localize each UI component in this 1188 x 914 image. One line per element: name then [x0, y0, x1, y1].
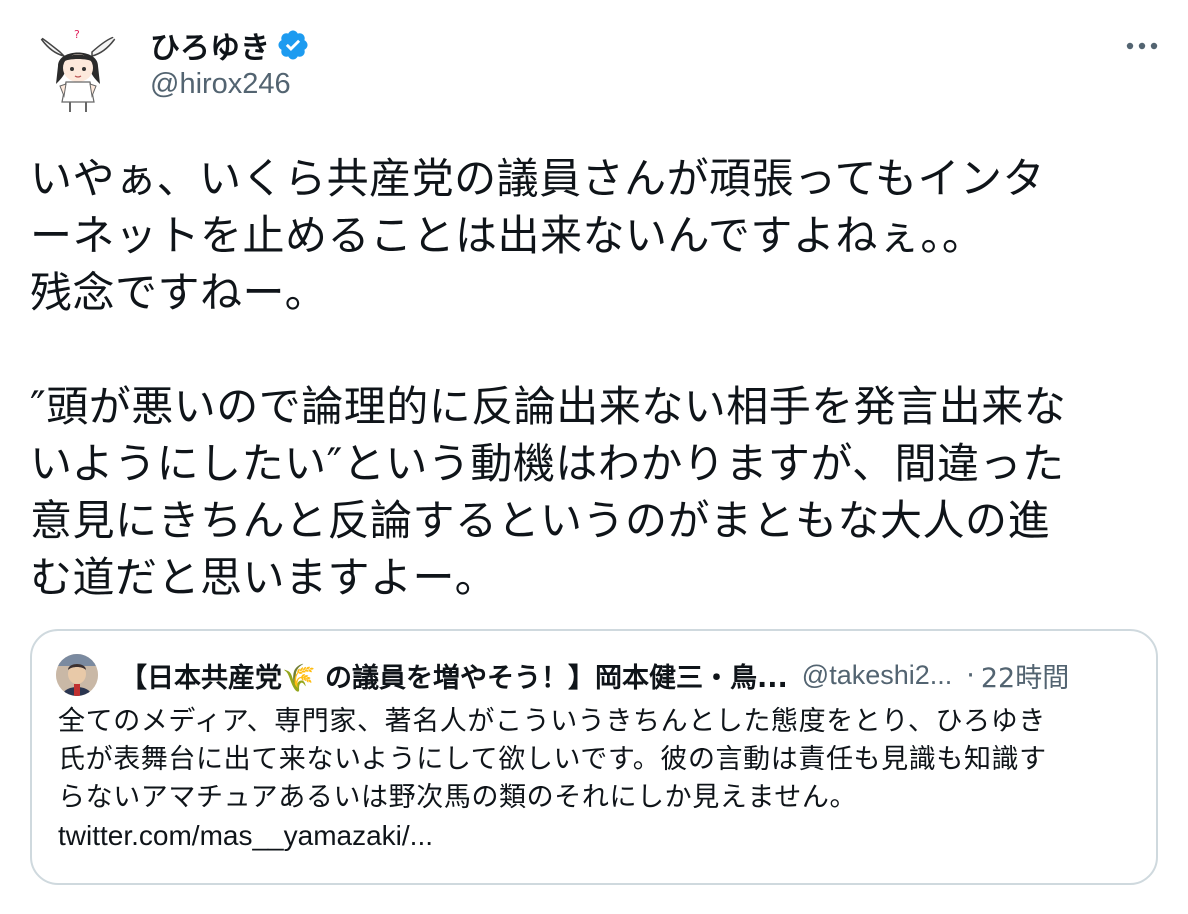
quoted-text-line: 全てのメディア、専門家、著名人がこういうきちんとした態度をとり、ひろゆき — [58, 706, 1046, 737]
quoted-timestamp[interactable]: 22時間 — [981, 656, 1069, 695]
tweet-line: 残念ですねー。 — [30, 268, 328, 317]
quoted-author-name[interactable]: 【日本共産党🌾 の議員を増やそう！】岡本健三・鳥... — [120, 656, 788, 695]
author-info: ひろゆき @hirox246 — [150, 24, 310, 101]
tweet-line: ″頭が悪いので論理的に反論出来ない相手を発言出来な — [30, 382, 1067, 431]
quoted-tweet-card[interactable]: 【日本共産党🌾 の議員を増やそう！】岡本健三・鳥... @takeshi2...… — [30, 629, 1158, 885]
more-horizontal-icon — [1126, 42, 1158, 50]
quoted-separator: · — [966, 659, 975, 691]
tweet-line: いやぁ、いくら共産党の議員さんが頑張ってもインタ — [30, 154, 1045, 203]
tweet-line: ーネットを止めることは出来ないんですよねぇ。。 — [30, 211, 985, 260]
author-avatar[interactable]: ? — [30, 22, 126, 118]
quoted-text-line: らないアマチュアあるいは野次馬の類のそれにしか見えません。 — [58, 782, 858, 813]
tweet-card: ? ひろゆき @hirox246 いやぁ、いくら共産党の議員さんが頑張ってもイン… — [0, 0, 1188, 914]
quoted-tweet-link[interactable]: twitter.com/mas__yamazaki/... — [58, 817, 1128, 855]
tweet-line: いようにしたい″という動機はわかりますが、間違った — [30, 439, 1065, 488]
tweet-text: いやぁ、いくら共産党の議員さんが頑張ってもインタ ーネットを止めることは出来ない… — [30, 150, 1160, 606]
anime-character-avatar-icon: ? — [30, 22, 126, 118]
verified-badge-icon — [276, 28, 310, 62]
author-name-row: ひろゆき — [150, 24, 310, 66]
quoted-author-handle[interactable]: @takeshi2... — [802, 660, 952, 691]
quoted-tweet-header: 【日本共産党🌾 の議員を増やそう！】岡本健三・鳥... @takeshi2...… — [56, 653, 1132, 697]
svg-text:?: ? — [74, 28, 80, 41]
tweet-line: 意見にきちんと反論するというのがまともな大人の進 — [30, 496, 1051, 545]
quoted-author-avatar-icon — [56, 654, 98, 696]
author-display-name[interactable]: ひろゆき — [150, 23, 270, 67]
quoted-text-line: 氏が表舞台に出て来ないようにして欲しいです。彼の言動は責任も見識も知識す — [58, 744, 1047, 775]
author-handle[interactable]: @hirox246 — [150, 68, 310, 101]
more-options-button[interactable] — [1118, 26, 1166, 66]
tweet-line: む道だと思いますよー。 — [30, 553, 498, 602]
quoted-tweet-text: 全てのメディア、専門家、著名人がこういうきちんとした態度をとり、ひろゆき 氏が表… — [58, 703, 1128, 855]
